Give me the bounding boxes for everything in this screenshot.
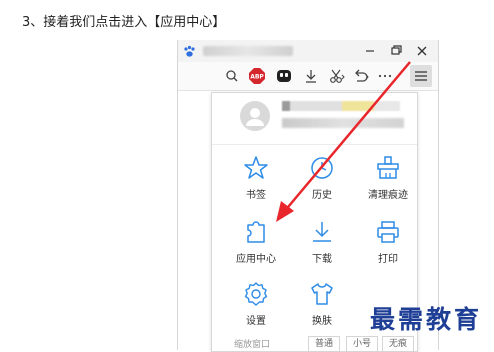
- more-icon[interactable]: [376, 67, 394, 85]
- menu-item-label: 应用中心: [236, 254, 276, 265]
- blurred-user-name: [282, 101, 400, 111]
- gear-icon: [244, 282, 268, 306]
- search-icon[interactable]: [223, 67, 241, 85]
- menu-item-label: 设置: [246, 316, 266, 327]
- menu-item-label: 打印: [378, 254, 398, 265]
- menu-item-bookmarks[interactable]: 书签: [226, 155, 286, 213]
- menu-item-label: 历史: [312, 190, 332, 201]
- menu-item-history[interactable]: 历史: [292, 155, 352, 213]
- restore-icon[interactable]: [386, 42, 406, 60]
- zoom-window-label: 缩放窗口: [234, 340, 271, 350]
- blurred-page-title: [203, 46, 293, 56]
- svg-text:ABP: ABP: [250, 74, 264, 81]
- menu-item-label: 下载: [312, 254, 332, 265]
- menu-item-app-center[interactable]: 应用中心: [226, 219, 286, 277]
- puzzle-icon: [247, 221, 265, 243]
- star-icon: [244, 156, 268, 179]
- menu-divider: [212, 144, 417, 145]
- minimize-icon[interactable]: [360, 42, 380, 60]
- step-instruction: 3、接着我们点击进入【应用中心】: [22, 15, 226, 30]
- download-icon: [313, 222, 331, 242]
- menu-item-settings[interactable]: 设置: [226, 281, 286, 339]
- scissors-icon[interactable]: [328, 67, 346, 85]
- menu-item-clear-traces[interactable]: 清理痕迹: [358, 155, 418, 213]
- menu-icon[interactable]: [410, 65, 432, 87]
- menu-item-label: 清理痕迹: [368, 190, 408, 201]
- avatar-icon[interactable]: [240, 101, 270, 131]
- blurred-user-subtitle: [282, 118, 404, 128]
- title-bar: [178, 40, 438, 62]
- close-icon[interactable]: [412, 42, 432, 60]
- clock-icon: [311, 157, 333, 179]
- watermark-logo: 最需教育: [370, 305, 483, 334]
- menu-item-print[interactable]: 打印: [358, 219, 418, 277]
- paw-icon: [184, 45, 195, 57]
- browser-toolbar: ABP: [178, 62, 438, 91]
- adblock-icon[interactable]: ABP: [248, 67, 266, 85]
- tshirt-icon: [311, 283, 333, 305]
- undo-icon[interactable]: [352, 67, 370, 85]
- menu-item-label: 换肤: [312, 316, 332, 327]
- extension-icon[interactable]: [275, 67, 293, 85]
- printer-icon: [377, 221, 399, 243]
- download-icon[interactable]: [302, 67, 320, 85]
- menu-item-label: 书签: [246, 190, 266, 201]
- menu-item-skin[interactable]: 换肤: [292, 281, 352, 339]
- menu-item-download[interactable]: 下载: [292, 219, 352, 277]
- broom-icon: [377, 156, 399, 179]
